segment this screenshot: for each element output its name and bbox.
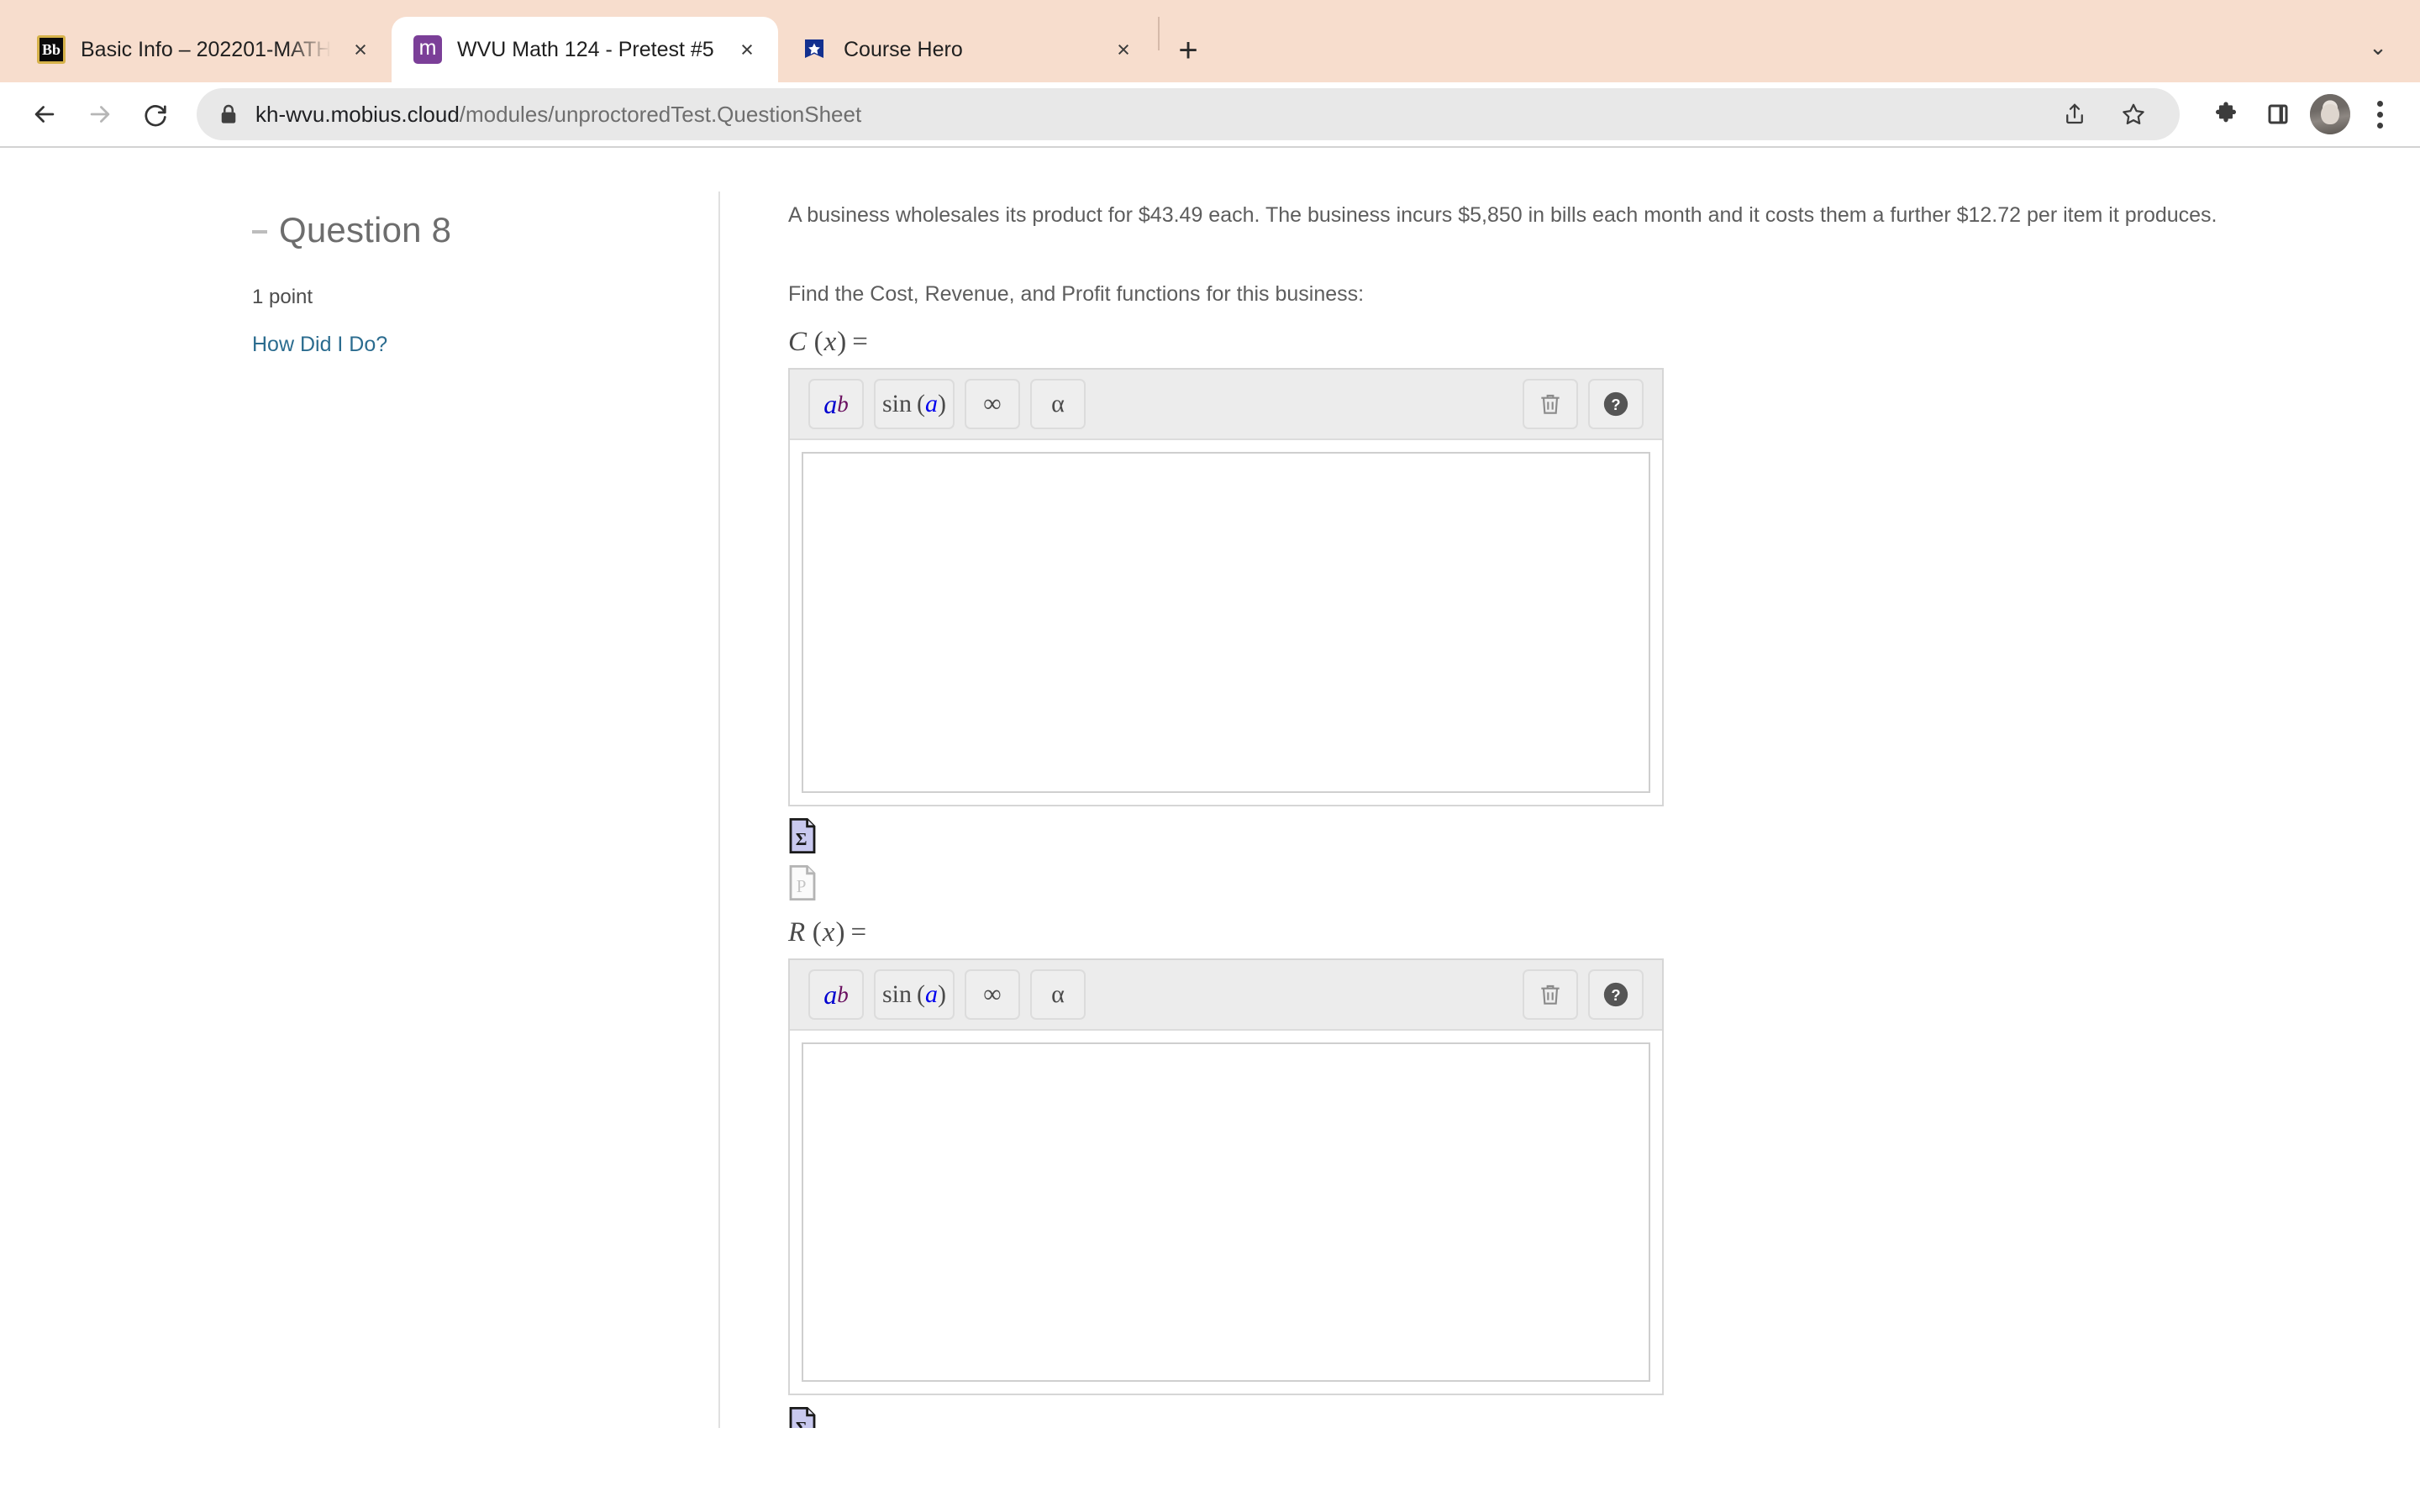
- fn-var: x: [822, 917, 836, 948]
- how-did-i-do-link[interactable]: How Did I Do?: [252, 333, 689, 357]
- avatar: [2310, 94, 2350, 134]
- tab-title: Basic Info – 202201-MATH-124: [81, 37, 331, 61]
- math-answer-field-r[interactable]: ab sin (a) ∞ α ?: [788, 958, 1664, 1395]
- text-preview-icon[interactable]: P: [788, 865, 817, 900]
- forward-arrow-icon[interactable]: [74, 88, 126, 140]
- math-answer-field-c[interactable]: ab sin (a) ∞ α ?: [788, 368, 1664, 806]
- trash-icon[interactable]: [1523, 969, 1578, 1020]
- lock-icon: [218, 103, 239, 125]
- help-icon[interactable]: ?: [1588, 379, 1644, 429]
- help-icon[interactable]: ?: [1588, 969, 1644, 1020]
- browser-window: Bb Basic Info – 202201-MATH-124 × m WVU …: [0, 0, 2420, 1512]
- question-title-row: Question 8: [252, 210, 689, 250]
- profile-avatar[interactable]: [2306, 90, 2354, 139]
- new-tab-button[interactable]: +: [1165, 27, 1212, 74]
- field-label-r: R (x) =: [788, 917, 868, 948]
- close-icon[interactable]: ×: [346, 35, 375, 64]
- infinity-button[interactable]: ∞: [965, 379, 1020, 429]
- close-icon[interactable]: ×: [1109, 35, 1138, 64]
- tab-divider: [1158, 17, 1160, 50]
- kebab-menu-icon[interactable]: [2358, 90, 2402, 139]
- sine-button[interactable]: sin (a): [874, 379, 955, 429]
- browser-tab-3[interactable]: Course Hero ×: [778, 17, 1155, 82]
- side-panel-icon[interactable]: [2254, 90, 2302, 139]
- back-arrow-icon[interactable]: [18, 88, 71, 140]
- field-label-c: C (x) =: [788, 327, 869, 357]
- greek-alpha-button[interactable]: α: [1030, 969, 1086, 1020]
- fn-eq: =: [850, 917, 868, 948]
- svg-text:P: P: [797, 876, 807, 896]
- svg-text:Σ: Σ: [796, 1418, 808, 1428]
- exponent-button[interactable]: ab: [808, 379, 864, 429]
- exponent-button[interactable]: ab: [808, 969, 864, 1020]
- math-toolbar: ab sin (a) ∞ α ?: [790, 370, 1662, 440]
- tab-strip: Bb Basic Info – 202201-MATH-124 × m WVU …: [0, 0, 2420, 82]
- puzzle-icon[interactable]: [2202, 90, 2250, 139]
- page-title: Question 8: [279, 210, 452, 249]
- svg-text:?: ?: [1611, 396, 1620, 413]
- trash-icon[interactable]: [1523, 379, 1578, 429]
- greek-alpha-button[interactable]: α: [1030, 379, 1086, 429]
- coursehero-icon: [800, 35, 829, 64]
- svg-text:?: ?: [1611, 986, 1620, 1004]
- question-points: 1 point: [252, 286, 313, 308]
- chevron-down-icon[interactable]: ⌄: [2353, 22, 2403, 72]
- browser-tab-1[interactable]: Bb Basic Info – 202201-MATH-124 ×: [15, 17, 392, 82]
- sigma-preview-icon[interactable]: Σ: [788, 1407, 817, 1428]
- sigma-preview-icon[interactable]: Σ: [788, 818, 817, 853]
- reload-icon[interactable]: [129, 88, 182, 140]
- browser-tab-2-active[interactable]: m WVU Math 124 - Pretest #5 ×: [392, 17, 778, 82]
- content-wrapper: Question 8 1 point How Did I Do? A busin…: [0, 150, 2420, 1428]
- math-toolbar: ab sin (a) ∞ α ?: [790, 960, 1662, 1031]
- field-doc-icons-r: Σ P: [788, 1407, 2334, 1428]
- field-doc-icons-c: Σ P: [788, 818, 2334, 900]
- page-content: Question 8 1 point How Did I Do? A busin…: [0, 150, 2420, 1428]
- star-icon[interactable]: [2109, 90, 2158, 139]
- sine-button[interactable]: sin (a): [874, 969, 955, 1020]
- tab-title: WVU Math 124 - Pretest #5: [457, 37, 714, 61]
- fn-eq: =: [852, 327, 869, 357]
- fn-var: x: [823, 327, 838, 357]
- question-body: A business wholesales its product for $4…: [788, 200, 2334, 1428]
- omnibox-actions: [2050, 90, 2158, 139]
- close-icon[interactable]: ×: [733, 35, 761, 64]
- address-bar[interactable]: kh-wvu.mobius.cloud/modules/unproctoredT…: [197, 88, 2180, 140]
- column-divider: [718, 192, 720, 1428]
- url-text: kh-wvu.mobius.cloud/modules/unproctoredT…: [255, 102, 2033, 128]
- fn-name: C: [788, 327, 808, 357]
- url-host: kh-wvu.mobius.cloud: [255, 101, 460, 127]
- url-path: /modules/unproctoredTest.QuestionSheet: [459, 101, 862, 127]
- question-instruction: Find the Cost, Revenue, and Profit funct…: [788, 281, 1365, 306]
- math-input-area-r[interactable]: [802, 1042, 1650, 1382]
- avatar-face: [2321, 103, 2339, 125]
- question-prompt: A business wholesales its product for $4…: [788, 203, 2217, 227]
- kebab-dot: [2376, 111, 2383, 118]
- share-icon[interactable]: [2050, 90, 2099, 139]
- fn-name: R: [788, 917, 807, 948]
- blackboard-icon: Bb: [37, 35, 66, 64]
- mobius-icon: m: [413, 35, 442, 64]
- browser-toolbar: kh-wvu.mobius.cloud/modules/unproctoredT…: [0, 82, 2420, 148]
- kebab-dot: [2376, 100, 2383, 107]
- question-meta-panel: Question 8 1 point How Did I Do?: [252, 210, 689, 357]
- svg-text:Σ: Σ: [796, 829, 808, 849]
- collapse-toggle-icon[interactable]: [252, 230, 267, 234]
- tab-title: Course Hero: [844, 37, 963, 61]
- infinity-button[interactable]: ∞: [965, 969, 1020, 1020]
- kebab-dot: [2376, 122, 2383, 129]
- math-input-area-c[interactable]: [802, 452, 1650, 793]
